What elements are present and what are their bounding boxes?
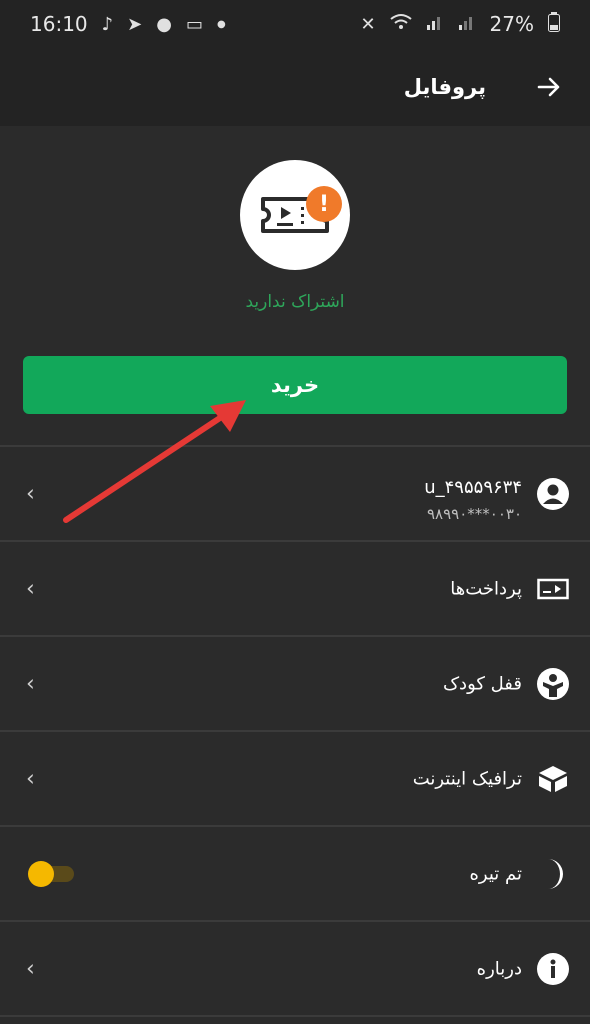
battery-icon <box>548 11 560 37</box>
dark-theme-row[interactable]: تم تیره <box>0 827 590 920</box>
payments-label: پرداخت‌ها <box>450 578 522 599</box>
traffic-label: ترافیک اینترنت <box>412 768 522 789</box>
telegram-icon: ➤ <box>127 13 143 35</box>
page-title: پروفایل <box>403 75 486 99</box>
wifi-icon <box>389 12 412 36</box>
parental-lock-label: قفل کودک <box>442 673 522 694</box>
exclamation-icon: ! <box>306 186 342 222</box>
chevron-left-icon: ‹ <box>26 671 35 696</box>
arrow-right-icon <box>537 77 560 97</box>
dark-theme-toggle[interactable] <box>28 860 74 887</box>
toggle-knob <box>28 860 54 887</box>
subscription-avatar: ! <box>240 160 350 270</box>
account-username: u_۴۹۵۵۹۶۳۴ <box>424 477 522 498</box>
parental-lock-row[interactable]: ‹ قفل کودک <box>0 637 590 730</box>
signal-icon <box>458 12 476 36</box>
dark-theme-label: تم تیره <box>469 863 522 884</box>
chevron-left-icon: ‹ <box>26 481 35 506</box>
status-left: 16:10 ♪ ➤ ● ▭ ● <box>30 12 226 36</box>
moon-icon <box>536 857 570 891</box>
divider <box>0 1015 590 1017</box>
traffic-cube-icon <box>536 762 570 796</box>
account-phone: ۹۸۹۹۰***۰۰۳۰ <box>426 505 522 523</box>
account-row[interactable]: ‹ u_۴۹۵۵۹۶۳۴ ۹۸۹۹۰***۰۰۳۰ <box>0 447 590 540</box>
tiktok-icon: ♪ <box>101 13 114 35</box>
chevron-left-icon: ‹ <box>26 766 35 791</box>
payment-card-icon <box>536 572 570 606</box>
battery-text: 27% <box>489 12 534 36</box>
back-button[interactable] <box>532 70 566 104</box>
status-bar: 16:10 ♪ ➤ ● ▭ ● ✕ 27% <box>0 0 590 48</box>
payments-row[interactable]: ‹ پرداخت‌ها <box>0 542 590 635</box>
chevron-left-icon: ‹ <box>26 956 35 981</box>
chevron-left-icon: ‹ <box>26 576 35 601</box>
traffic-row[interactable]: ‹ ترافیک اینترنت <box>0 732 590 825</box>
about-row[interactable]: ‹ درباره <box>0 922 590 1015</box>
dot-icon: ● <box>216 18 226 30</box>
subscription-status: اشتراک ندارید <box>245 292 345 312</box>
app-bar: پروفایل <box>0 48 590 126</box>
account-circle-icon <box>536 477 570 511</box>
mute-icon: ✕ <box>360 13 376 35</box>
info-icon <box>536 952 570 986</box>
buy-button[interactable]: خرید <box>23 356 567 414</box>
drop-icon: ● <box>156 13 172 35</box>
signal-icon <box>426 12 444 36</box>
status-right: ✕ 27% <box>360 11 560 37</box>
status-time: 16:10 <box>30 12 88 36</box>
child-icon <box>536 667 570 701</box>
about-label: درباره <box>476 958 522 979</box>
laptop-icon: ▭ <box>185 13 203 35</box>
